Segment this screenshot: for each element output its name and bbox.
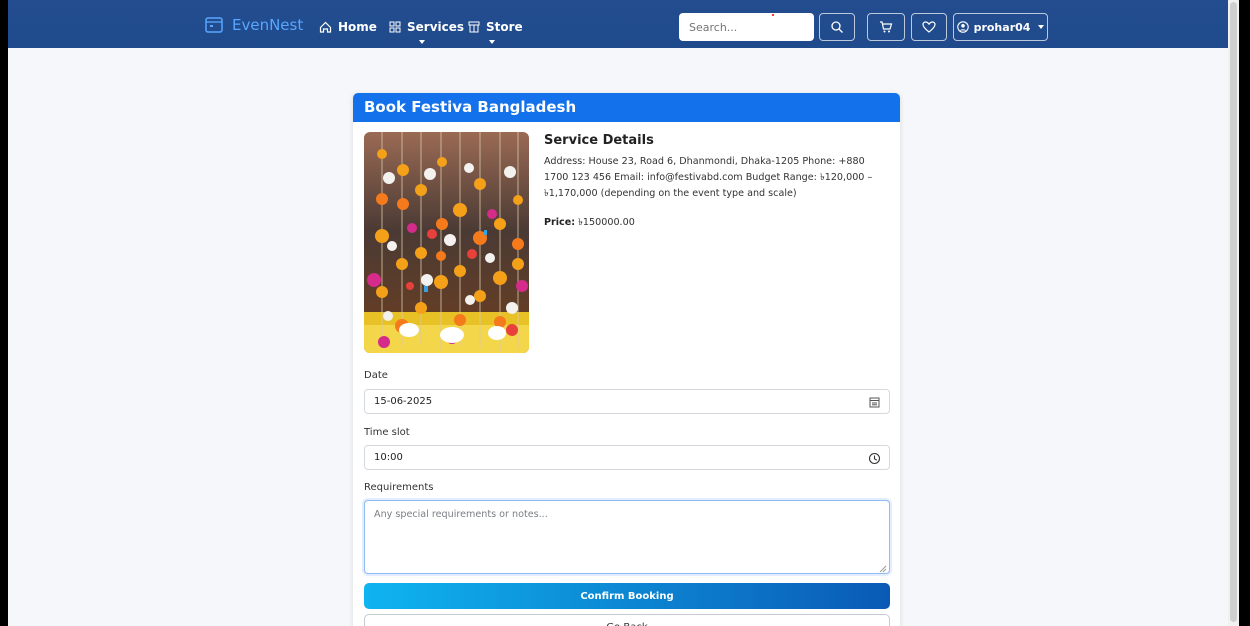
- search-icon: [831, 21, 843, 33]
- service-details-heading: Service Details: [544, 133, 654, 148]
- price-line: Price: ৳150000.00: [544, 216, 889, 231]
- nav-home-label: Home: [338, 20, 377, 34]
- nav-store-label: Store: [486, 20, 523, 34]
- service-details-text: Address: House 23, Road 6, Dhanmondi, Dh…: [544, 156, 873, 199]
- booking-card: Book Festiva Bangladesh Service Details …: [353, 93, 900, 626]
- nav-store[interactable]: Store: [468, 20, 523, 34]
- app-viewport: EvenNest Home Services Store Search... p…: [8, 0, 1239, 626]
- store-dropdown-caret-icon: [489, 40, 495, 44]
- grid-icon: [389, 21, 401, 33]
- date-value: 15-06-2025: [374, 396, 433, 407]
- confirm-booking-button[interactable]: Confirm Booking: [364, 583, 890, 609]
- price-value: ৳150000.00: [578, 217, 635, 228]
- go-back-button[interactable]: Go Back: [364, 614, 890, 626]
- wishlist-button[interactable]: [911, 13, 947, 41]
- scrollbar-thumb[interactable]: [1230, 2, 1237, 622]
- search-button[interactable]: [819, 13, 855, 41]
- page-scrollbar[interactable]: [1228, 0, 1239, 626]
- nav-home[interactable]: Home: [319, 20, 377, 34]
- date-label: Date: [364, 370, 388, 381]
- price-label: Price:: [544, 217, 576, 228]
- service-image: [364, 132, 529, 353]
- top-navbar: EvenNest Home Services Store Search... p…: [8, 0, 1239, 48]
- nav-services[interactable]: Services: [389, 20, 464, 34]
- date-input[interactable]: 15-06-2025: [364, 389, 890, 414]
- time-slot-label: Time slot: [364, 427, 410, 438]
- brand-name: EvenNest: [232, 16, 304, 34]
- user-menu-button[interactable]: prohar04: [953, 13, 1048, 41]
- cart-button[interactable]: [867, 13, 905, 41]
- home-icon: [319, 21, 332, 33]
- clock-icon[interactable]: [868, 452, 881, 465]
- heart-icon: [922, 21, 936, 33]
- time-slot-value: 10:00: [374, 452, 403, 463]
- service-details: Service Details Address: House 23, Road …: [544, 133, 889, 231]
- calendar-window-icon: [205, 17, 223, 33]
- chevron-down-icon: [1038, 25, 1045, 29]
- cart-icon: [880, 21, 893, 33]
- floral-decoration-image: [364, 132, 529, 353]
- booking-title: Book Festiva Bangladesh: [353, 93, 900, 122]
- store-icon: [468, 21, 480, 33]
- user-name: prohar04: [973, 20, 1031, 34]
- requirements-textarea[interactable]: [364, 500, 890, 574]
- time-slot-input[interactable]: 10:00: [364, 445, 890, 470]
- search-box: [679, 13, 814, 41]
- brand-logo[interactable]: EvenNest: [205, 14, 303, 36]
- search-input[interactable]: [679, 13, 814, 41]
- requirements-label: Requirements: [364, 482, 434, 493]
- calendar-icon[interactable]: [868, 396, 881, 409]
- user-circle-icon: [956, 21, 969, 33]
- nav-services-label: Services: [407, 20, 465, 34]
- resize-grip-icon[interactable]: [879, 565, 887, 573]
- services-dropdown-caret-icon: [419, 40, 425, 44]
- notification-dot: [772, 14, 774, 16]
